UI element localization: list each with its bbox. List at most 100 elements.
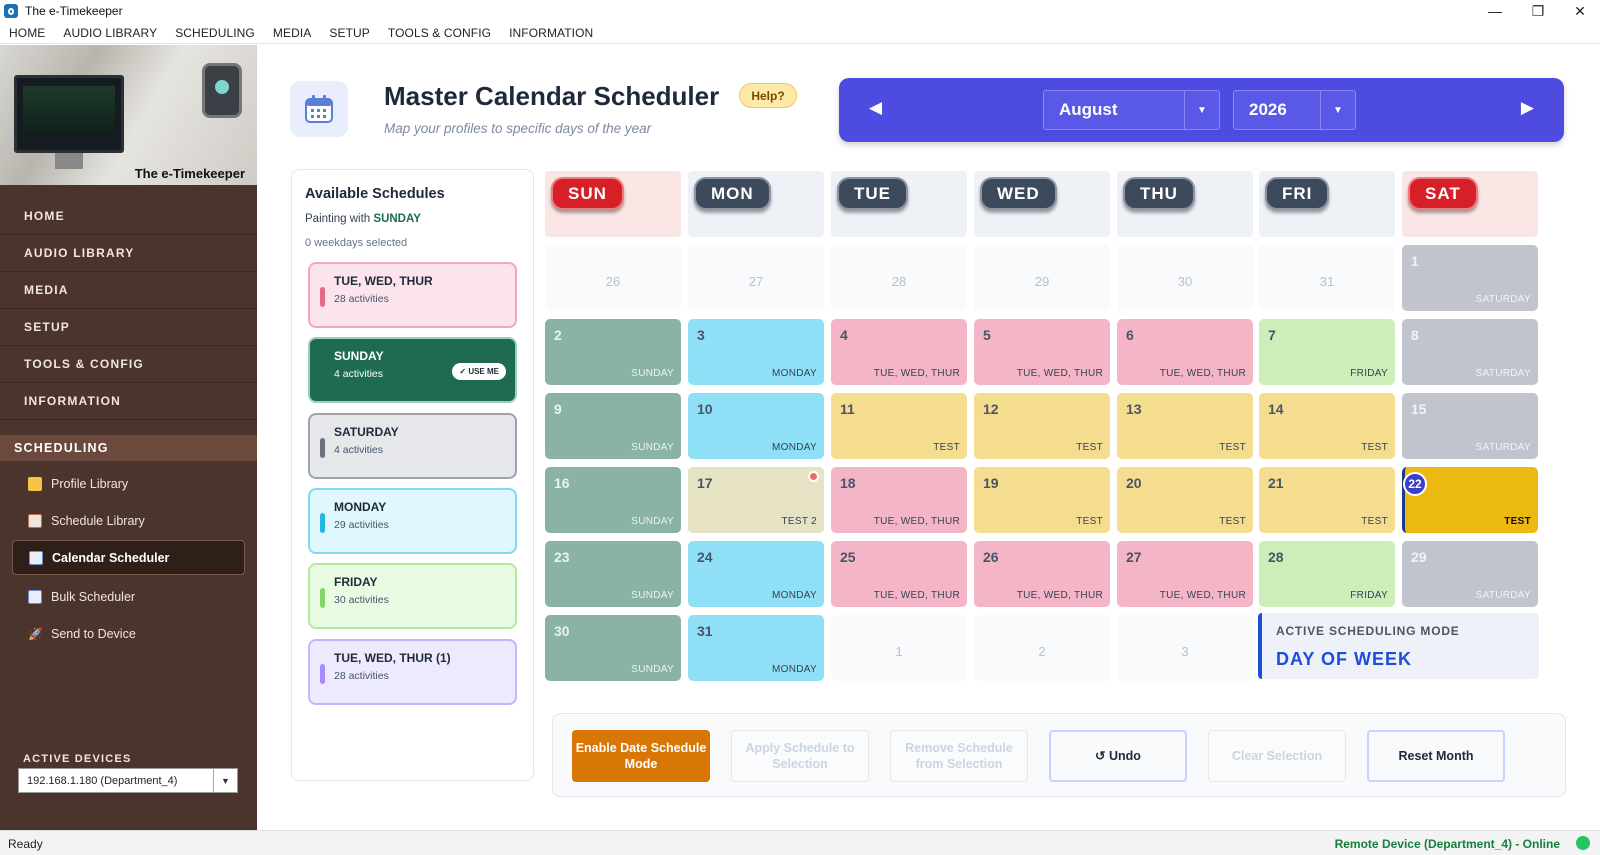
calendar-day[interactable]: 21 TEST [1259, 467, 1395, 533]
calendar-day[interactable]: 8 SATURDAY [1402, 319, 1538, 385]
schedule-card[interactable]: TUE, WED, THUR (1) 28 activities [308, 639, 517, 705]
day-schedule-label: SUNDAY [631, 516, 674, 527]
day-header-sun[interactable]: SUN [545, 171, 681, 237]
calendar-day[interactable]: 7 FRIDAY [1259, 319, 1395, 385]
year-select[interactable]: 2026 ▼ [1233, 90, 1356, 130]
calendar-day[interactable]: 17 TEST 2 [688, 467, 824, 533]
calendar-day[interactable]: 4 TUE, WED, THUR [831, 319, 967, 385]
next-month-button[interactable]: ▶ [1521, 98, 1534, 118]
sidebar-item-information[interactable]: INFORMATION [0, 383, 257, 420]
calendar-day[interactable]: 2 SUNDAY [545, 319, 681, 385]
calendar-day[interactable]: 9 SUNDAY [545, 393, 681, 459]
calendar-day[interactable]: 20 TEST [1117, 467, 1253, 533]
schedule-card[interactable]: MONDAY 29 activities [308, 488, 517, 554]
day-schedule-label: TEST [1219, 442, 1246, 453]
calendar-day[interactable]: 3 MONDAY [688, 319, 824, 385]
sidebar-item-schedule-library[interactable]: Schedule Library [12, 503, 245, 538]
calendar-day[interactable]: 25 TUE, WED, THUR [831, 541, 967, 607]
sidebar-item-media[interactable]: MEDIA [0, 272, 257, 309]
calendar-day[interactable]: 28 FRIDAY [1259, 541, 1395, 607]
calendar-day[interactable]: 2 [974, 615, 1110, 681]
apply-schedule-button[interactable]: Apply Schedule to Selection [731, 730, 869, 782]
calendar-day[interactable]: 19 TEST [974, 467, 1110, 533]
minimize-button[interactable]: — [1472, 0, 1518, 22]
chevron-down-icon[interactable]: ▼ [1184, 91, 1219, 129]
clear-selection-button[interactable]: Clear Selection [1208, 730, 1346, 782]
schedule-card[interactable]: SATURDAY 4 activities [308, 413, 517, 479]
undo-button[interactable]: ↺ Undo [1049, 730, 1187, 782]
day-header-tue[interactable]: TUE [831, 171, 967, 237]
day-schedule-label: FRIDAY [1350, 590, 1388, 601]
schedule-card[interactable]: SUNDAY 4 activities ✓ USE ME [308, 337, 517, 403]
chevron-down-icon[interactable]: ▼ [1320, 91, 1355, 129]
calendar-day[interactable]: 31 [1259, 245, 1395, 311]
calendar-day[interactable]: 29 SATURDAY [1402, 541, 1538, 607]
calendar-day[interactable]: 3 [1117, 615, 1253, 681]
remove-schedule-button[interactable]: Remove Schedule from Selection [890, 730, 1028, 782]
sidebar-item-home[interactable]: HOME [0, 198, 257, 235]
menu-audio-library[interactable]: AUDIO LIBRARY [54, 26, 166, 40]
calendar-day[interactable]: 27 TUE, WED, THUR [1117, 541, 1253, 607]
sidebar-section-scheduling[interactable]: SCHEDULING [0, 435, 257, 461]
day-header-fri[interactable]: FRI [1259, 171, 1395, 237]
menu-information[interactable]: INFORMATION [500, 26, 602, 40]
calendar-day[interactable]: 12 TEST [974, 393, 1110, 459]
calendar-day[interactable]: 15 SATURDAY [1402, 393, 1538, 459]
day-header-label: WED [980, 177, 1057, 210]
menu-media[interactable]: MEDIA [264, 26, 321, 40]
calendar-day[interactable]: 26 [545, 245, 681, 311]
calendar-day[interactable]: 22 TEST [1402, 467, 1538, 533]
help-button[interactable]: Help? [739, 83, 797, 108]
day-schedule-label: MONDAY [772, 368, 817, 379]
calendar-day[interactable]: 14 TEST [1259, 393, 1395, 459]
reset-month-button[interactable]: Reset Month [1367, 730, 1505, 782]
menu-tools-config[interactable]: TOOLS & CONFIG [379, 26, 500, 40]
day-header-mon[interactable]: MON [688, 171, 824, 237]
calendar-day[interactable]: 16 SUNDAY [545, 467, 681, 533]
calendar-day[interactable]: 31 MONDAY [688, 615, 824, 681]
sidebar-item-bulk-scheduler[interactable]: Bulk Scheduler [12, 579, 245, 614]
use-me-badge[interactable]: ✓ USE ME [452, 363, 506, 380]
day-number: 24 [697, 549, 713, 565]
close-button[interactable]: ✕ [1557, 0, 1600, 22]
sidebar-item-send-to-device[interactable]: 🚀 Send to Device [12, 616, 245, 651]
schedule-card[interactable]: TUE, WED, THUR 28 activities [308, 262, 517, 328]
calendar-day[interactable]: 29 [974, 245, 1110, 311]
sidebar-item-setup[interactable]: SETUP [0, 309, 257, 346]
day-number: 2 [1038, 644, 1046, 659]
day-schedule-label: TEST [1504, 516, 1531, 527]
month-select[interactable]: August ▼ [1043, 90, 1220, 130]
calendar-day[interactable]: 13 TEST [1117, 393, 1253, 459]
calendar-day[interactable]: 30 SUNDAY [545, 615, 681, 681]
calendar-day[interactable]: 11 TEST [831, 393, 967, 459]
maximize-button[interactable]: ❐ [1515, 0, 1561, 22]
menu-scheduling[interactable]: SCHEDULING [166, 26, 264, 40]
calendar-day[interactable]: 23 SUNDAY [545, 541, 681, 607]
day-header-wed[interactable]: WED [974, 171, 1110, 237]
day-header-sat[interactable]: SAT [1402, 171, 1538, 237]
calendar-day[interactable]: 30 [1117, 245, 1253, 311]
sidebar-item-tools-config[interactable]: TOOLS & CONFIG [0, 346, 257, 383]
calendar-day[interactable]: 28 [831, 245, 967, 311]
calendar-day[interactable]: 1 [831, 615, 967, 681]
chevron-down-icon[interactable]: ▼ [213, 769, 237, 792]
calendar-day[interactable]: 26 TUE, WED, THUR [974, 541, 1110, 607]
calendar-day[interactable]: 6 TUE, WED, THUR [1117, 319, 1253, 385]
day-header-thu[interactable]: THU [1117, 171, 1253, 237]
enable-date-mode-button[interactable]: Enable Date Schedule Mode [572, 730, 710, 782]
menu-setup[interactable]: SETUP [320, 26, 379, 40]
device-select[interactable]: 192.168.1.180 (Department_4) ▼ [18, 768, 238, 793]
sidebar-item-profile-library[interactable]: Profile Library [12, 466, 245, 501]
sidebar-item-audio-library[interactable]: AUDIO LIBRARY [0, 235, 257, 272]
calendar-day[interactable]: 1 SATURDAY [1402, 245, 1538, 311]
calendar-day[interactable]: 24 MONDAY [688, 541, 824, 607]
schedule-card[interactable]: FRIDAY 30 activities [308, 563, 517, 629]
sidebar-item-calendar-scheduler[interactable]: Calendar Scheduler [12, 540, 245, 575]
calendar-grid: SUN MON TUE WED THU FRI SAT 26 27 28 29 30 31 1 SATURD… [545, 171, 1540, 691]
calendar-day[interactable]: 5 TUE, WED, THUR [974, 319, 1110, 385]
calendar-day[interactable]: 18 TUE, WED, THUR [831, 467, 967, 533]
prev-month-button[interactable]: ◀ [869, 98, 882, 118]
calendar-day[interactable]: 10 MONDAY [688, 393, 824, 459]
calendar-day[interactable]: 27 [688, 245, 824, 311]
menu-home[interactable]: HOME [0, 26, 54, 40]
